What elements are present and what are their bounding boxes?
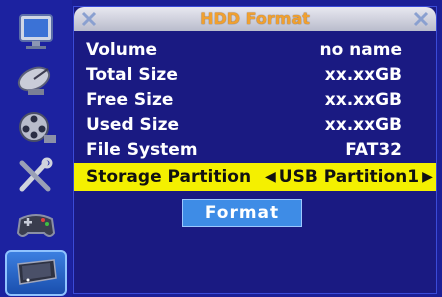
info-label: Used Size [86,114,180,135]
info-label: Total Size [86,64,178,85]
info-label: Volume [86,39,158,60]
sidebar [0,0,72,297]
gamepad-icon [16,214,56,237]
hdd-format-panel: HDD Format Volume no name Total Size xx.… [73,6,437,294]
arrow-right-icon[interactable]: ▶ [422,169,433,185]
partition-label: Storage Partition [86,167,252,187]
info-label: Free Size [86,89,174,110]
info-row-file-system: File System FAT32 [86,137,406,162]
info-label: File System [86,139,198,160]
decorative-cross-icon [413,11,429,27]
partition-selector[interactable]: ◀ USB Partition1 ▶ [262,163,436,191]
title-bar: HDD Format [74,7,436,31]
arrow-left-icon[interactable]: ◀ [265,169,276,185]
partition-value: USB Partition1 [278,167,420,187]
sidebar-item-media[interactable] [6,106,66,150]
info-value: xx.xxGB [324,89,402,110]
info-value: FAT32 [345,139,402,160]
drive-info-list: Volume no name Total Size xx.xxGB Free S… [86,37,406,162]
monitor-icon [19,14,53,49]
hard-disk-icon [17,259,57,285]
info-row-volume: Volume no name [86,37,406,62]
storage-partition-row[interactable]: Storage Partition ◀ USB Partition1 ▶ [74,163,436,191]
satellite-dish-icon [17,66,51,95]
sidebar-item-satellite[interactable] [6,58,66,102]
sidebar-item-display[interactable] [6,10,66,54]
film-reel-icon [19,112,56,143]
info-row-total-size: Total Size xx.xxGB [86,62,406,87]
tools-icon [19,157,53,192]
sidebar-item-games[interactable] [6,202,66,246]
format-button[interactable]: Format [182,199,302,227]
page-title: HDD Format [200,9,310,28]
sidebar-item-storage[interactable] [5,250,67,296]
info-value: xx.xxGB [324,114,402,135]
info-value: xx.xxGB [324,64,402,85]
info-value: no name [319,39,402,60]
info-row-used-size: Used Size xx.xxGB [86,112,406,137]
info-row-free-size: Free Size xx.xxGB [86,87,406,112]
sidebar-item-tools[interactable] [6,154,66,198]
